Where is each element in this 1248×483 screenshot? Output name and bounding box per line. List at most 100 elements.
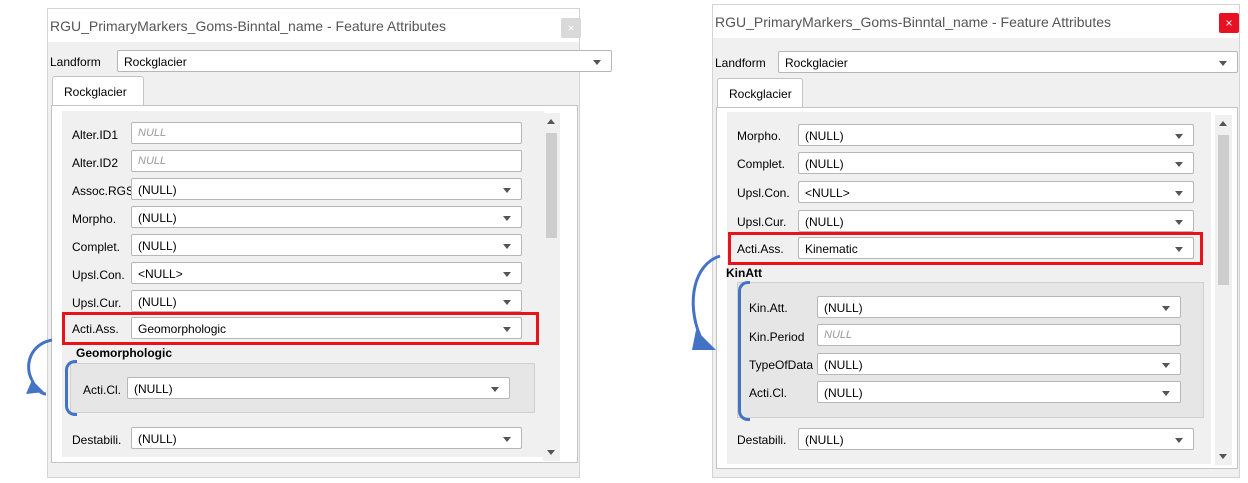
- right-morpho-label: Morpho.: [737, 129, 782, 143]
- left-acti-cl-value: (NULL): [134, 382, 173, 396]
- chevron-down-icon: [1162, 306, 1170, 311]
- right-acti-ass-highlight-box: [728, 232, 1203, 265]
- chevron-down-icon: [1162, 363, 1170, 368]
- left-title-bar: RGU_PrimaryMarkers_Goms-Binntal_name - F…: [48, 9, 581, 42]
- right-acti-cl-select[interactable]: (NULL): [817, 381, 1181, 403]
- left-upsl-con-value: <NULL>: [138, 267, 183, 281]
- right-acti-cl-value: (NULL): [824, 386, 863, 400]
- left-morpho-select[interactable]: (NULL): [131, 206, 522, 228]
- right-kin-period-input[interactable]: NULL: [817, 324, 1181, 346]
- right-tab-label: Rockglacier: [729, 87, 792, 101]
- chevron-down-icon: [1219, 61, 1227, 66]
- left-alter-id1-label: Alter.ID1: [72, 128, 119, 142]
- left-group-title: Geomorphologic: [76, 346, 172, 360]
- left-dialog-title: RGU_PrimaryMarkers_Goms-Binntal_name - F…: [50, 18, 447, 34]
- right-close-button[interactable]: ×: [1219, 13, 1239, 33]
- chevron-down-icon: [503, 188, 511, 193]
- left-complet-select[interactable]: (NULL): [131, 234, 522, 256]
- right-scroll-thumb[interactable]: [1218, 135, 1229, 285]
- chevron-down-icon: [503, 300, 511, 305]
- right-landform-label: Landform: [715, 56, 766, 70]
- right-destabili-value: (NULL): [805, 433, 844, 447]
- chevron-down-icon: [503, 216, 511, 221]
- left-upsl-con-label: Upsl.Con.: [72, 268, 125, 282]
- right-upsl-cur-value: (NULL): [805, 215, 844, 229]
- left-feature-attributes-dialog: RGU_PrimaryMarkers_Goms-Binntal_name - F…: [47, 8, 612, 478]
- left-landform-select[interactable]: Rockglacier: [117, 50, 612, 72]
- left-upsl-cur-label: Upsl.Cur.: [72, 296, 122, 310]
- right-morpho-select[interactable]: (NULL): [798, 124, 1194, 146]
- scroll-up-arrow-icon[interactable]: [1219, 121, 1227, 126]
- chevron-down-icon: [503, 272, 511, 277]
- right-destabili-select[interactable]: (NULL): [798, 428, 1194, 450]
- left-morpho-value: (NULL): [138, 211, 177, 225]
- right-tab-rockglacier[interactable]: Rockglacier: [717, 78, 803, 108]
- left-alter-id2-input[interactable]: NULL: [131, 150, 522, 172]
- chevron-down-icon: [1175, 134, 1183, 139]
- right-type-of-data-select[interactable]: (NULL): [817, 353, 1181, 375]
- right-upsl-con-value: <NULL>: [805, 186, 850, 200]
- right-acti-cl-label: Acti.Cl.: [749, 386, 788, 400]
- left-alter-id1-placeholder: NULL: [138, 127, 167, 139]
- left-morpho-label: Morpho.: [72, 212, 117, 226]
- right-kin-att-value: (NULL): [824, 301, 863, 315]
- right-feature-attributes-dialog: RGU_PrimaryMarkers_Goms-Binntal_name - F…: [712, 4, 1240, 478]
- chevron-down-icon: [491, 387, 499, 392]
- right-group-title: KinAtt: [726, 266, 762, 280]
- left-assoc-rgs-label: Assoc.RGS: [72, 184, 135, 198]
- right-dialog-title: RGU_PrimaryMarkers_Goms-Binntal_name - F…: [715, 14, 1112, 30]
- chevron-down-icon: [503, 244, 511, 249]
- right-upsl-cur-label: Upsl.Cur.: [737, 215, 787, 229]
- right-vertical-scrollbar[interactable]: [1215, 115, 1232, 465]
- left-landform-value: Rockglacier: [124, 55, 187, 69]
- left-scroll-thumb[interactable]: [546, 133, 557, 238]
- right-kin-att-select[interactable]: (NULL): [817, 296, 1181, 318]
- right-annotation-bracket: [738, 281, 750, 421]
- left-tab-rockglacier[interactable]: Rockglacier: [52, 76, 144, 106]
- left-alter-id2-placeholder: NULL: [138, 155, 167, 167]
- right-kin-att-label: Kin.Att.: [749, 301, 788, 315]
- right-kin-period-label: Kin.Period: [749, 330, 805, 344]
- left-tab-label: Rockglacier: [64, 85, 127, 99]
- left-destabili-select[interactable]: (NULL): [131, 427, 522, 449]
- chevron-down-icon: [1175, 162, 1183, 167]
- scroll-up-arrow-icon[interactable]: [547, 119, 555, 124]
- right-complet-value: (NULL): [805, 157, 844, 171]
- left-complet-value: (NULL): [138, 239, 177, 253]
- left-annotation-bracket: [65, 360, 77, 416]
- left-upsl-cur-value: (NULL): [138, 295, 177, 309]
- left-alter-id2-label: Alter.ID2: [72, 156, 119, 170]
- right-landform-select[interactable]: Rockglacier: [778, 51, 1238, 73]
- right-morpho-value: (NULL): [805, 129, 844, 143]
- left-close-button[interactable]: ×: [561, 18, 581, 38]
- left-vertical-scrollbar[interactable]: [543, 113, 560, 461]
- left-acti-cl-select[interactable]: (NULL): [127, 377, 510, 399]
- chevron-down-icon: [1162, 391, 1170, 396]
- right-upsl-cur-select[interactable]: (NULL): [798, 210, 1194, 232]
- right-type-of-data-label: TypeOfData: [749, 358, 814, 372]
- right-destabili-label: Destabili.: [737, 433, 787, 447]
- left-upsl-con-select[interactable]: <NULL>: [131, 262, 522, 284]
- right-complet-select[interactable]: (NULL): [798, 152, 1194, 174]
- left-upsl-cur-select[interactable]: (NULL): [131, 290, 522, 312]
- right-title-bar: RGU_PrimaryMarkers_Goms-Binntal_name - F…: [713, 5, 1239, 38]
- left-complet-label: Complet.: [72, 240, 121, 254]
- chevron-down-icon: [503, 437, 511, 442]
- scroll-down-arrow-icon[interactable]: [1219, 454, 1227, 459]
- right-type-of-data-value: (NULL): [824, 358, 863, 372]
- left-alter-id1-input[interactable]: NULL: [131, 122, 522, 144]
- left-curved-arrow-icon: [26, 338, 53, 396]
- scroll-down-arrow-icon[interactable]: [547, 450, 555, 455]
- right-upsl-con-select[interactable]: <NULL>: [798, 181, 1194, 203]
- chevron-down-icon: [593, 60, 601, 65]
- left-acti-ass-highlight-box: [62, 312, 539, 345]
- left-destabili-value: (NULL): [138, 432, 177, 446]
- chevron-down-icon: [1175, 191, 1183, 196]
- right-upsl-con-label: Upsl.Con.: [737, 186, 790, 200]
- right-landform-value: Rockglacier: [785, 56, 848, 70]
- left-acti-cl-label: Acti.Cl.: [83, 383, 122, 397]
- left-destabili-label: Destabili.: [72, 433, 122, 447]
- chevron-down-icon: [1175, 220, 1183, 225]
- left-assoc-rgs-select[interactable]: (NULL): [131, 178, 522, 200]
- right-kin-period-placeholder: NULL: [824, 329, 853, 341]
